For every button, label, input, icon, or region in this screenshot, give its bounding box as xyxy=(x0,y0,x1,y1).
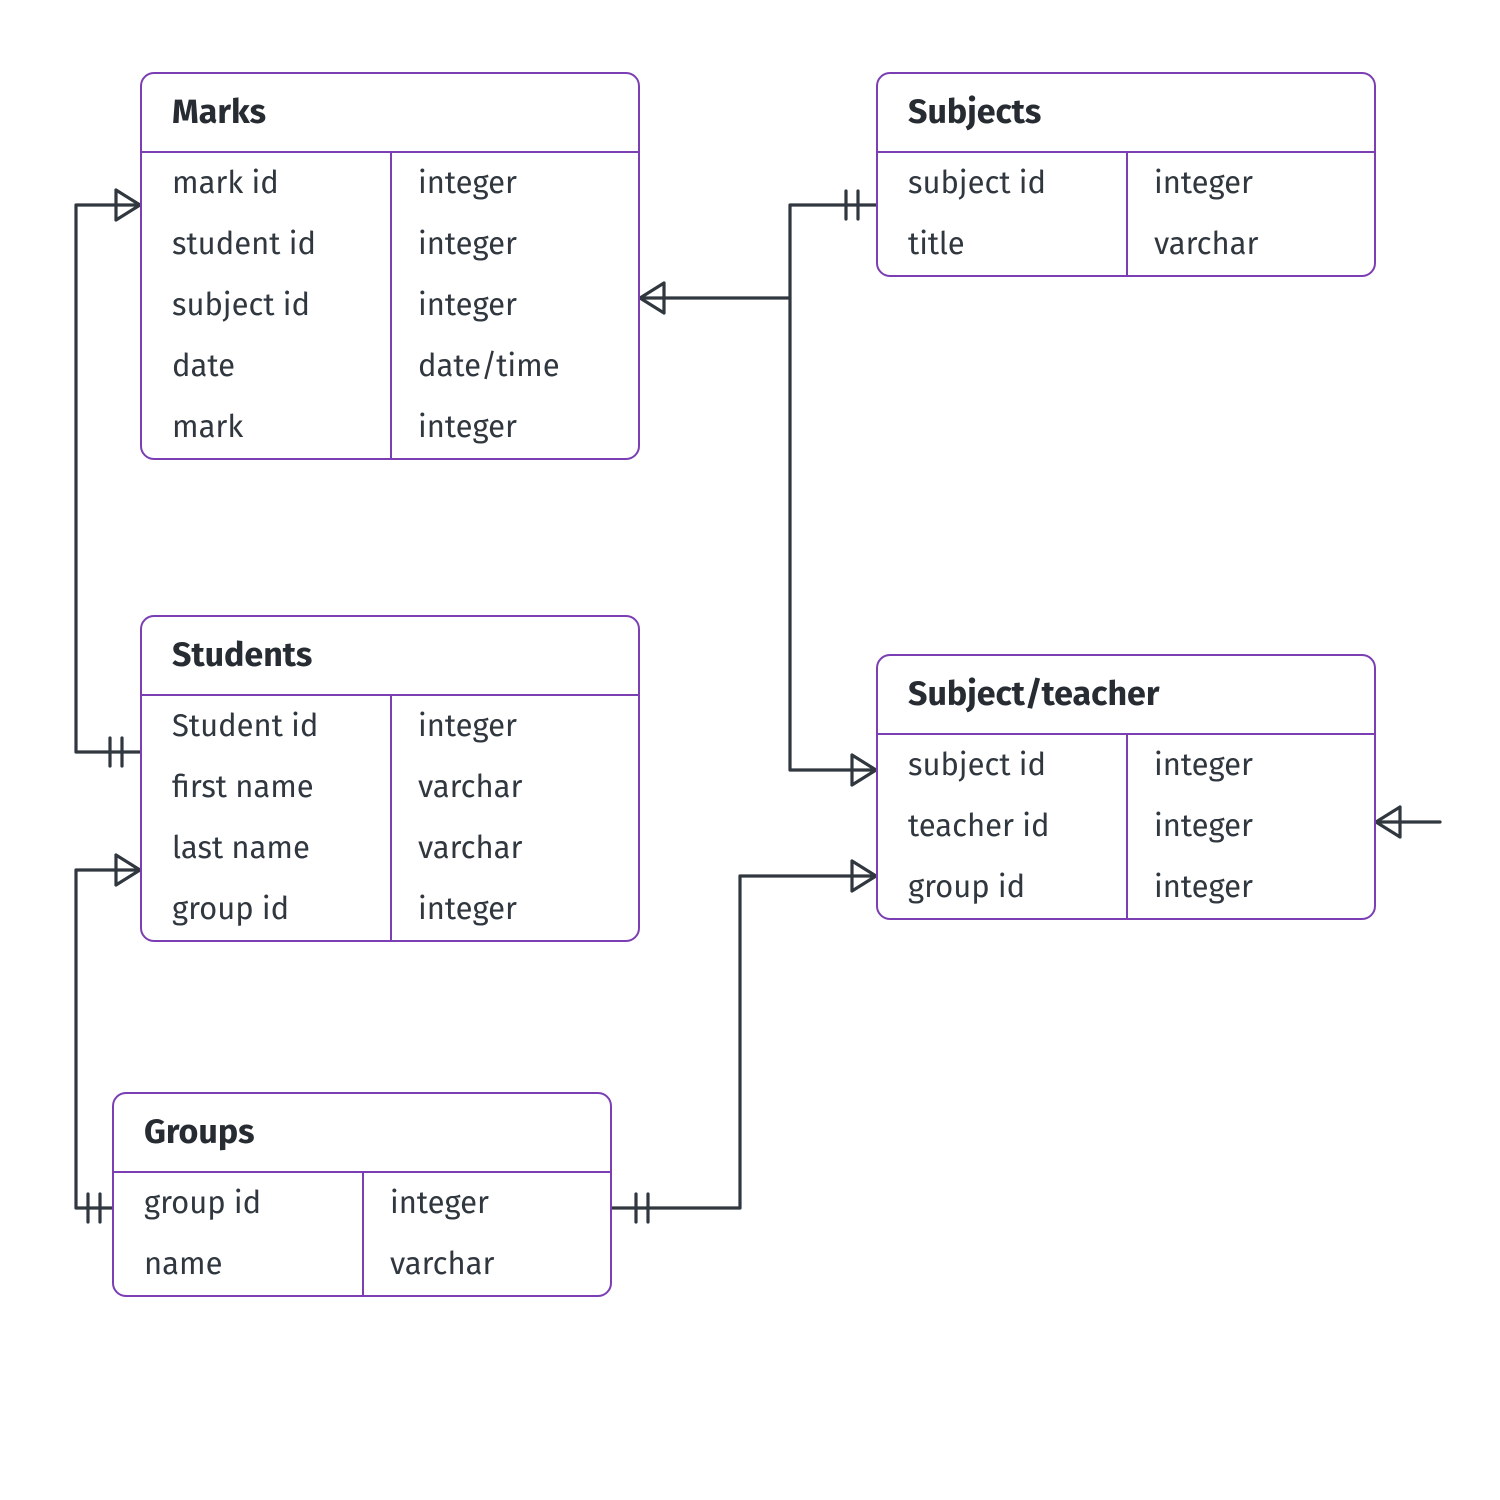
field-name: last name xyxy=(142,818,390,879)
field-type: integer xyxy=(390,214,638,275)
field-name: name xyxy=(114,1234,362,1295)
field-name: title xyxy=(878,214,1126,275)
field-type: integer xyxy=(390,397,638,458)
field-name: subject id xyxy=(142,275,390,336)
field-type: integer xyxy=(390,879,638,940)
entity-groups: Groups group id integer name varchar xyxy=(112,1092,612,1297)
entity-groups-title: Groups xyxy=(114,1094,610,1173)
rel-students-marks xyxy=(76,205,140,752)
field-name: mark xyxy=(142,397,390,458)
field-type: integer xyxy=(1126,153,1374,214)
field-type: integer xyxy=(1126,857,1374,918)
field-name: group id xyxy=(878,857,1126,918)
entity-marks: Marks mark id integer student id integer… xyxy=(140,72,640,460)
field-name: subject id xyxy=(878,735,1126,796)
entity-subject-teacher-title: Subject/teacher xyxy=(878,656,1374,735)
field-name: group id xyxy=(114,1173,362,1234)
field-type: varchar xyxy=(1126,214,1374,275)
field-name: group id xyxy=(142,879,390,940)
rel-subjects-subjteacher xyxy=(790,298,876,770)
entity-students-title: Students xyxy=(142,617,638,696)
field-type: integer xyxy=(390,153,638,214)
field-name: Student id xyxy=(142,696,390,757)
field-name: subject id xyxy=(878,153,1126,214)
entity-students: Students Student id integer first name v… xyxy=(140,615,640,942)
rel-subjects-marks xyxy=(640,205,876,298)
field-type: integer xyxy=(1126,735,1374,796)
field-type: integer xyxy=(1126,796,1374,857)
field-type: integer xyxy=(390,275,638,336)
field-type: varchar xyxy=(390,757,638,818)
field-name: student id xyxy=(142,214,390,275)
field-type: varchar xyxy=(390,818,638,879)
field-type: integer xyxy=(390,696,638,757)
field-type: integer xyxy=(362,1173,610,1234)
field-name: first name xyxy=(142,757,390,818)
entity-marks-title: Marks xyxy=(142,74,638,153)
field-name: teacher id xyxy=(878,796,1126,857)
entity-subjects: Subjects subject id integer title varcha… xyxy=(876,72,1376,277)
field-name: mark id xyxy=(142,153,390,214)
rel-groups-subjteacher xyxy=(612,876,876,1208)
entity-subject-teacher: Subject/teacher subject id integer teach… xyxy=(876,654,1376,920)
field-type: date/time xyxy=(390,336,638,397)
field-name: date xyxy=(142,336,390,397)
entity-subjects-title: Subjects xyxy=(878,74,1374,153)
field-type: varchar xyxy=(362,1234,610,1295)
